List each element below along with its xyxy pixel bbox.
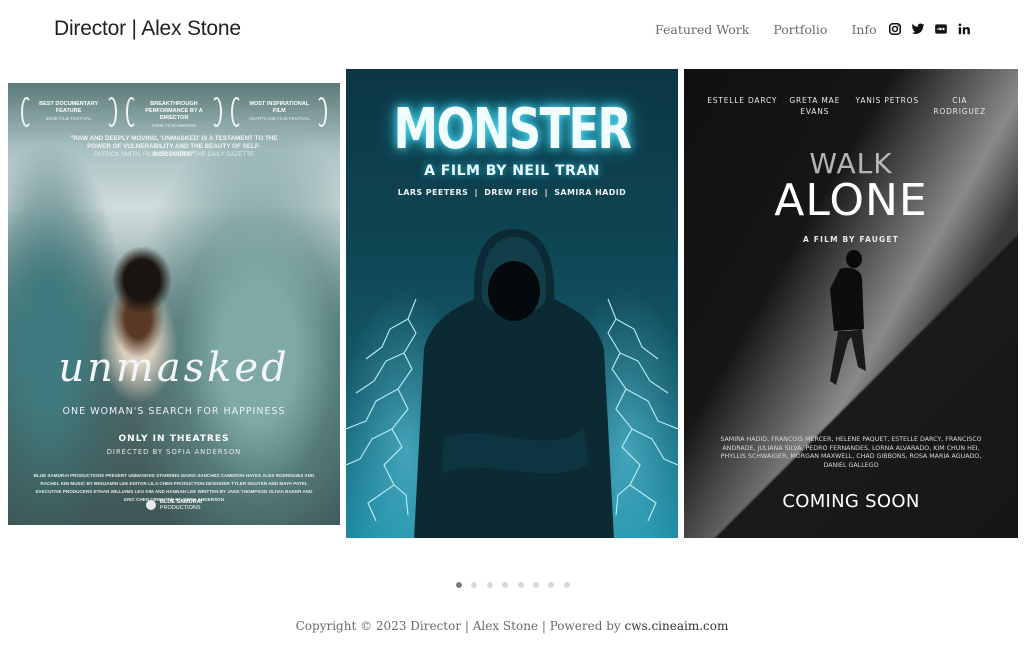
nav-featured-work[interactable]: Featured Work [655, 22, 749, 37]
carousel-dot[interactable] [517, 582, 524, 588]
studio-logo: BLUE SAMURAI PRODUCTIONS [8, 499, 340, 511]
poster-cast-row: ESTELLE DARCY GRETA MAE EVANS YANIS PETR… [684, 95, 1018, 117]
poster-status: COMING SOON [782, 491, 920, 512]
laurel-award: BEST DOCUMENTARY FEATURE INDIE FILM FEST… [20, 95, 117, 127]
imdb-icon[interactable] [934, 22, 948, 36]
award-laurels: BEST DOCUMENTARY FEATURE INDIE FILM FEST… [8, 95, 340, 128]
poster-credits: SAMIRA HADID, FRANCOIS MERCER, HELENE PA… [720, 436, 982, 469]
poster-cast: LARS PEETERS | DREW FEIG | SAMIRA HADID [397, 188, 627, 197]
copyright-text: Copyright © 2023 Director | Alex Stone |… [295, 619, 625, 633]
carousel-dot[interactable] [486, 582, 493, 588]
nav-info[interactable]: Info [851, 22, 876, 37]
poster-quote-attribution: PATRICK SMITH, FILM CRITIC FOR THE DAILY… [94, 152, 254, 158]
carousel-dot[interactable] [563, 582, 570, 588]
carousel-dot[interactable] [548, 582, 555, 588]
site-header: Director | Alex Stone Featured Work Port… [0, 0, 1024, 62]
poster-walk-alone[interactable]: ESTELLE DARCY GRETA MAE EVANS YANIS PETR… [684, 69, 1018, 538]
poster-title: MONSTER [393, 97, 632, 162]
poster-director: DIRECTED BY SOFIA ANDERSON [106, 448, 242, 456]
poster-title: unmasked [58, 345, 290, 391]
award-festival: HEARTLAND FILM FESTIVAL [248, 116, 310, 121]
site-footer: Copyright © 2023 Director | Alex Stone |… [0, 619, 1024, 633]
award-title: BREAKTHROUGH PERFORMANCE BY A DIRECTOR [145, 101, 203, 121]
award-title: BEST DOCUMENTARY FEATURE [39, 101, 99, 114]
carousel-dot[interactable] [456, 582, 462, 588]
carousel-dot[interactable] [532, 582, 539, 588]
poster-release: ONLY IN THEATRES [118, 434, 230, 444]
laurel-award: MOST INSPIRATIONAL FILM HEARTLAND FILM F… [231, 95, 328, 127]
site-title[interactable]: Director | Alex Stone [54, 17, 241, 41]
studio-name-line2: PRODUCTIONS [159, 505, 201, 511]
cast-member: ESTELLE DARCY [707, 96, 778, 105]
carousel-dot[interactable] [471, 582, 478, 588]
carousel-dot[interactable] [502, 582, 509, 588]
powered-by-link[interactable]: cws.cineaim.com [625, 619, 729, 633]
cast-member: YANIS PETROS [855, 96, 919, 105]
award-title: MOST INSPIRATIONAL FILM [249, 101, 310, 114]
linkedin-icon[interactable] [957, 22, 971, 36]
main-nav: Featured Work Portfolio Info [655, 22, 877, 37]
poster-subtitle: A FILM BY FAUGET [802, 235, 900, 244]
award-festival: INDIE FILM FESTIVAL [45, 116, 92, 121]
cast-member: GRETA MAE EVANS [789, 96, 841, 116]
poster-title-line2: ALONE [774, 175, 928, 226]
studio-logo-icon [145, 500, 156, 510]
social-links [888, 22, 971, 36]
cast-member: CIA RODRIGUEZ [933, 96, 987, 116]
laurel-award: BREAKTHROUGH PERFORMANCE BY A DIRECTOR I… [125, 95, 222, 128]
poster-tagline: ONE WOMAN'S SEARCH FOR HAPPINESS [62, 406, 286, 417]
poster-unmasked[interactable]: BEST DOCUMENTARY FEATURE INDIE FILM FEST… [8, 83, 340, 525]
award-festival: INDIE FILM AWARDS [152, 123, 196, 128]
carousel-pagination [456, 582, 579, 588]
poster-monster[interactable]: MONSTER A FILM BY NEIL TRAN LARS PEETERS… [346, 69, 678, 538]
instagram-icon[interactable] [888, 22, 902, 36]
poster-subtitle: A FILM BY NEIL TRAN [424, 163, 600, 179]
twitter-icon[interactable] [911, 22, 925, 36]
nav-portfolio[interactable]: Portfolio [773, 22, 827, 37]
walking-figure [830, 250, 866, 385]
hooded-figure [414, 229, 614, 538]
